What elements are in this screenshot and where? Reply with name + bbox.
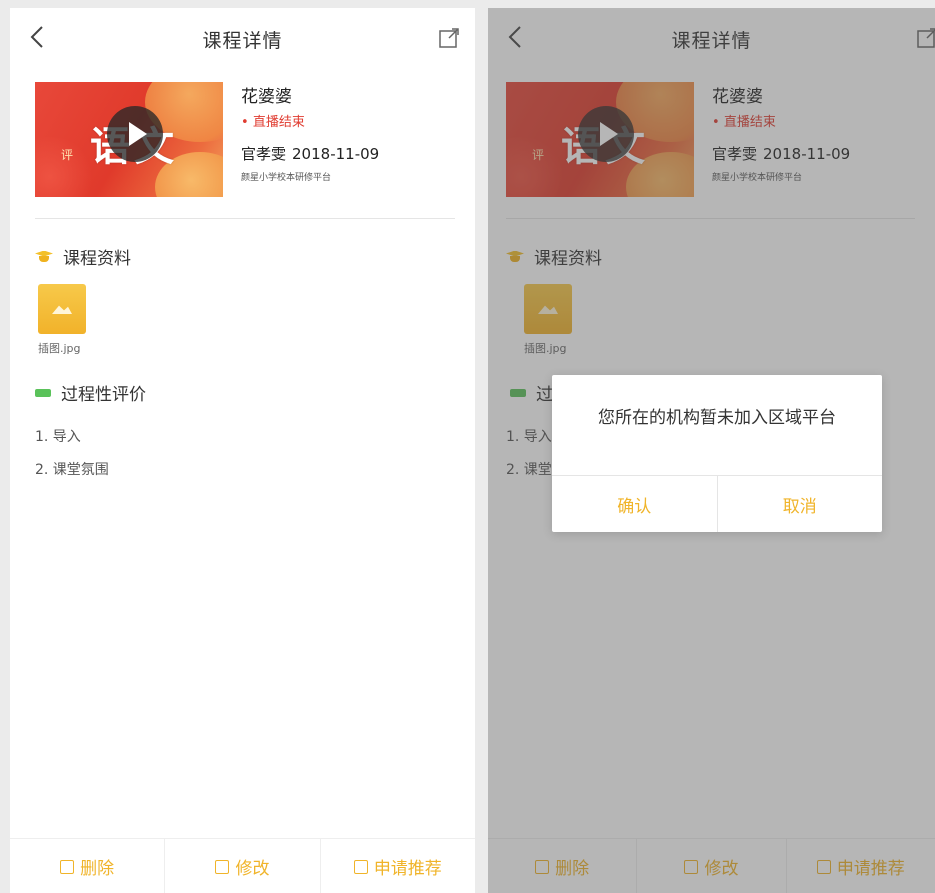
edit-icon [215,859,230,874]
course-date: 2018-11-09 [292,145,380,163]
teacher-name: 官孝雯 [241,145,287,163]
course-card: 评 语文 花婆婆 直播结束 官孝雯 2018-11-09 颜星小学校本研修平台 [35,82,455,206]
screen-course-detail-dialog: 课程详情 评 语文 花婆婆 直播结束 官孝雯2018-11-09 颜星小学校本研… [488,8,935,893]
recommend-icon [353,859,368,874]
graduation-cap-icon [35,251,53,263]
materials-header: 课程资料 [35,244,131,269]
divider [35,218,455,219]
play-icon[interactable] [107,106,163,162]
page-title: 课程详情 [202,30,283,52]
image-file-icon [38,284,86,334]
trash-icon [60,859,75,874]
dialog-message: 您所在的机构暂未加入区域平台 [598,408,836,428]
platform-name: 颜星小学校本研修平台 [241,173,332,183]
file-name: 插图.jpg [38,342,81,355]
bottom-toolbar: 删除 修改 申请推荐 [10,838,475,893]
evaluation-list: 1. 导入 2. 课堂氛围 [35,426,109,492]
thumb-small-text: 评 [61,148,74,162]
alert-dialog: 您所在的机构暂未加入区域平台 确认 取消 [552,375,882,532]
teacher-line: 官孝雯 2018-11-09 [241,144,379,164]
evaluation-item: 2. 课堂氛围 [35,462,109,478]
screen-course-detail: 课程详情 评 语文 花婆婆 直播结束 官孝雯 2018-11-09 颜星小学校本研… [10,8,475,893]
material-file[interactable]: 插图.jpg [38,284,94,356]
live-status: 直播结束 [241,114,379,132]
app-view: 课程详情 评 语文 花婆婆 直播结束 官孝雯 2018-11-09 颜星小学校本研… [10,8,475,893]
edit-button[interactable]: 修改 [164,839,319,893]
confirm-button[interactable]: 确认 [552,476,717,532]
nav-bar: 课程详情 [10,8,475,68]
course-name: 花婆婆 [241,87,292,107]
evaluation-header: 过程性评价 [35,380,146,405]
evaluation-item: 1. 导入 [35,429,81,445]
green-bar-icon [35,388,51,397]
course-thumbnail[interactable]: 评 语文 [35,82,223,197]
materials-label: 课程资料 [63,249,131,269]
recommend-button[interactable]: 申请推荐 [319,839,475,893]
cancel-button[interactable]: 取消 [716,476,883,532]
dialog-actions: 确认 取消 [552,475,882,532]
course-info: 花婆婆 直播结束 官孝雯 2018-11-09 颜星小学校本研修平台 [241,86,379,184]
evaluation-label: 过程性评价 [61,385,146,405]
share-icon[interactable] [439,28,459,48]
delete-button[interactable]: 删除 [10,839,164,893]
